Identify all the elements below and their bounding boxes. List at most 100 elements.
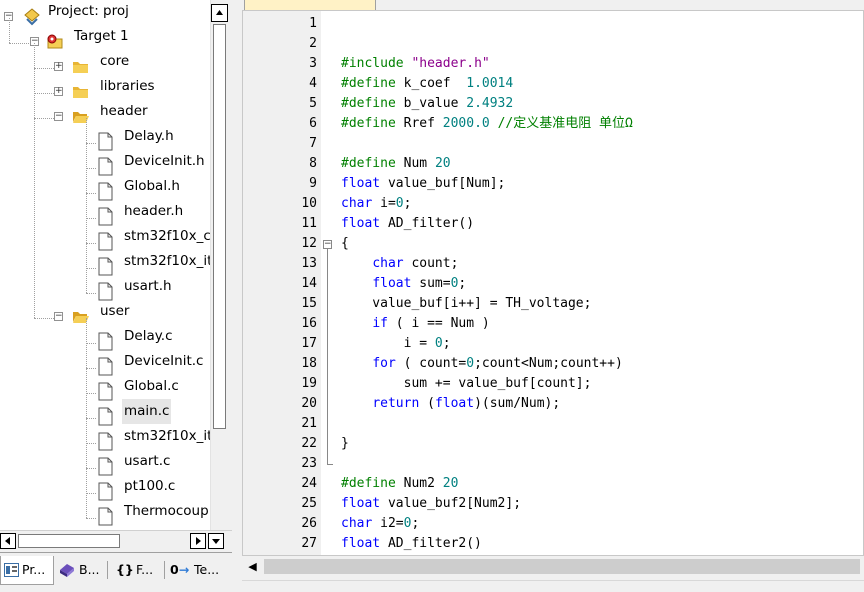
file-icon xyxy=(98,332,113,351)
tree-hscroll-thumb[interactable] xyxy=(18,534,120,548)
code-token: ; xyxy=(403,196,412,211)
code-line[interactable]: #define k_coef 1.0014 xyxy=(341,74,513,94)
code-line[interactable]: return (float)(sum/Num); xyxy=(341,394,560,414)
tab-project[interactable]: Pr... xyxy=(0,556,54,585)
editor-horizontal-scrollbar[interactable]: ◀ xyxy=(242,557,864,576)
tab-functions[interactable]: {} F... xyxy=(112,556,162,584)
tab-label: Te... xyxy=(194,562,220,577)
code-token: Num xyxy=(403,156,435,171)
code-line[interactable]: char count; xyxy=(341,254,458,274)
tree-guide-line xyxy=(86,468,96,469)
code-token: ( i == Num ) xyxy=(395,316,490,331)
code-token: char xyxy=(341,196,381,211)
code-line[interactable]: float AD_filter2() xyxy=(341,534,482,554)
code-line[interactable]: #define Rref 2000.0 //定义基准电阻 单位Ω xyxy=(341,114,633,134)
file-icon xyxy=(98,257,113,276)
code-token: char xyxy=(372,256,412,271)
target-folder-icon xyxy=(47,34,63,49)
code-line[interactable]: if ( i == Num ) xyxy=(341,314,490,334)
scroll-right-button[interactable] xyxy=(190,533,206,549)
project-tree[interactable]: − Project: proj − Target 1 + core + libraries − h… xyxy=(0,0,210,530)
code-token: return xyxy=(372,396,428,411)
scroll-down-button[interactable] xyxy=(208,533,224,549)
code-token: float xyxy=(434,396,475,411)
code-line[interactable]: float value_buf2[Num2]; xyxy=(341,494,521,514)
editor-hscroll-thumb[interactable] xyxy=(264,559,860,574)
line-number: 9 xyxy=(309,176,317,191)
code-line[interactable]: #define Num 20 xyxy=(341,154,451,174)
fold-margin: − xyxy=(323,11,335,555)
file-icon xyxy=(98,382,113,401)
tree-guide-line xyxy=(86,268,96,269)
code-line[interactable]: #define Num2 20 xyxy=(341,474,458,494)
code-token: value_buf[i++] = TH_voltage; xyxy=(341,296,592,311)
file-icon xyxy=(98,182,113,201)
code-line[interactable]: value_buf[i++] = TH_voltage; xyxy=(341,294,591,314)
tree-vertical-scrollbar[interactable] xyxy=(210,0,228,530)
tree-horizontal-scrollbar[interactable] xyxy=(0,530,232,551)
tree-file-label: Global.h xyxy=(124,178,180,194)
code-line[interactable]: sum += value_buf[count]; xyxy=(341,374,592,394)
expand-icon[interactable]: + xyxy=(54,87,63,96)
fold-collapse-icon[interactable]: − xyxy=(323,240,332,249)
code-line[interactable]: float AD_filter() xyxy=(341,214,474,234)
code-token: AD_filter() xyxy=(387,216,475,231)
functions-tab-icon: {} xyxy=(116,562,134,577)
code-token: Rref xyxy=(403,116,443,131)
code-line[interactable]: char i=0; xyxy=(341,194,411,214)
collapse-icon[interactable]: − xyxy=(54,112,63,121)
code-token: { xyxy=(341,236,349,251)
tab-books[interactable]: B... xyxy=(56,556,104,584)
code-editor[interactable]: 1 2 3 4 5 6 7 8 9 10 11 12 13 14 15 16 17 18 19 20 21 22 23 24 2… xyxy=(242,10,864,556)
expand-icon[interactable]: + xyxy=(54,62,63,71)
code-line[interactable]: for ( count=0;count<Num;count++) xyxy=(341,354,622,374)
fold-guide-line xyxy=(327,249,328,464)
tree-guide-line xyxy=(86,218,96,219)
tree-file-label: stm32f10x_it xyxy=(124,428,210,444)
code-line[interactable]: } xyxy=(341,434,349,454)
line-number: 19 xyxy=(301,376,317,391)
code-line[interactable]: #define b_value 2.4932 xyxy=(341,94,513,114)
code-token: float xyxy=(372,276,420,291)
code-token: #define xyxy=(341,76,404,91)
collapse-icon[interactable]: − xyxy=(54,312,63,321)
tree-guide-line xyxy=(34,318,54,319)
project-tab-icon xyxy=(4,563,19,577)
line-number: 24 xyxy=(301,476,317,491)
code-token: ; xyxy=(458,276,467,291)
tree-target-label: Target 1 xyxy=(74,28,129,44)
line-number-gutter: 1 2 3 4 5 6 7 8 9 10 11 12 13 14 15 16 17 18 19 20 21 22 23 24 2… xyxy=(243,11,321,555)
code-text-area[interactable]: #include "header.h" #define k_coef 1.0014… xyxy=(341,11,863,555)
tree-file-label: main.c xyxy=(122,399,172,424)
scroll-up-button[interactable] xyxy=(211,4,228,22)
fold-end-marker xyxy=(327,464,333,465)
tree-guide-line xyxy=(86,243,96,244)
line-number: 17 xyxy=(301,336,317,351)
code-token: i = xyxy=(341,336,435,351)
code-line[interactable]: float value_buf[Num]; xyxy=(341,174,505,194)
line-number: 14 xyxy=(301,276,317,291)
scroll-left-arrow-icon[interactable]: ◀ xyxy=(244,558,261,575)
file-icon xyxy=(98,232,113,251)
scroll-left-button[interactable] xyxy=(0,533,16,549)
tree-guide-line xyxy=(86,318,87,518)
code-line[interactable]: { xyxy=(341,234,349,254)
tree-scroll-thumb[interactable] xyxy=(213,24,226,429)
code-token: count; xyxy=(411,256,459,271)
line-number: 10 xyxy=(301,196,317,211)
file-icon xyxy=(98,457,113,476)
line-number: 6 xyxy=(309,116,317,131)
code-token: float xyxy=(341,216,388,231)
code-token: 2.4932 xyxy=(466,96,514,111)
folder-open-icon xyxy=(73,312,89,323)
code-line[interactable]: char i2=0; xyxy=(341,514,419,534)
file-icon xyxy=(98,407,113,426)
tab-label: F... xyxy=(136,562,154,577)
code-line[interactable]: float sum=0; xyxy=(341,274,466,294)
code-line[interactable]: i = 0; xyxy=(341,334,451,354)
code-token: ; xyxy=(411,516,420,531)
books-tab-icon xyxy=(60,564,74,577)
code-line[interactable]: #include "header.h" xyxy=(341,54,490,74)
tab-templates[interactable]: 0→ Te... xyxy=(168,556,228,584)
